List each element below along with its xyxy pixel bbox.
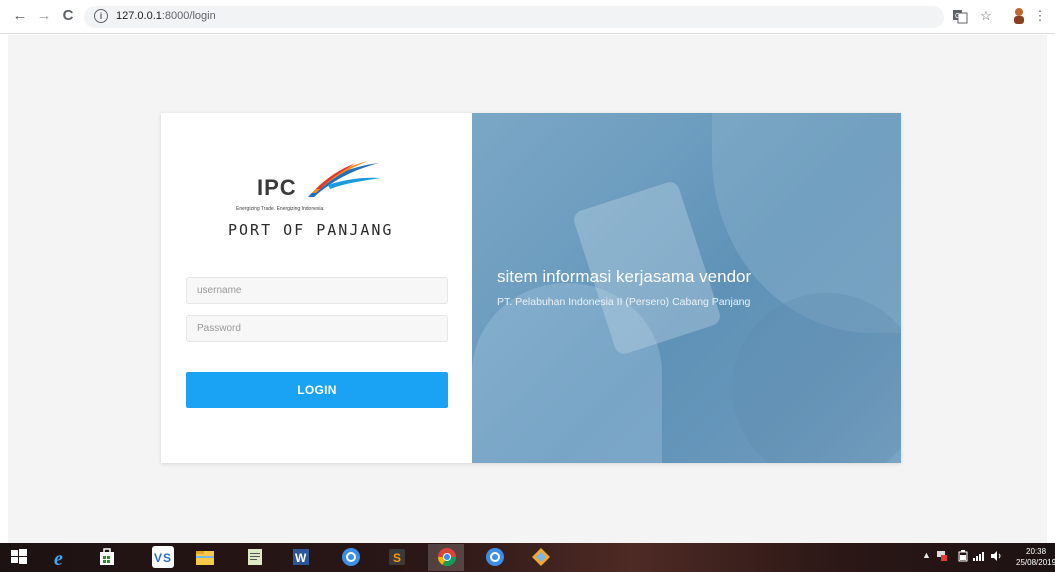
- url-host: 127.0.0.1: [116, 10, 162, 22]
- internet-explorer-icon[interactable]: e: [52, 546, 74, 570]
- vs-code-icon[interactable]: VS: [152, 546, 174, 568]
- password-input[interactable]: [186, 315, 448, 342]
- info-icon[interactable]: i: [94, 9, 108, 23]
- browser-toolbar: ← → C i 127.0.0.1:8000/login G ☆ ⋮: [0, 0, 1055, 34]
- profile-avatar[interactable]: [1010, 7, 1028, 25]
- clock-time: 20:38: [1026, 547, 1047, 556]
- login-card: IPC Energizing Trade. Energizing Indones…: [161, 113, 901, 463]
- git-icon[interactable]: [530, 546, 552, 568]
- sublime-text-icon[interactable]: S: [386, 546, 408, 568]
- hero-subtitle: PT. Pelabuhan Indonesia II (Persero) Cab…: [497, 296, 751, 308]
- translate-icon[interactable]: G: [952, 8, 968, 24]
- hero-panel: sitem informasi kerjasama vendor PT. Pel…: [472, 113, 901, 463]
- login-button[interactable]: LOGIN: [186, 372, 448, 408]
- svg-text:S: S: [163, 551, 171, 565]
- notepad-icon[interactable]: [244, 546, 266, 568]
- svg-text:G: G: [955, 13, 960, 20]
- battery-icon[interactable]: [958, 550, 968, 564]
- store-icon[interactable]: [96, 546, 118, 568]
- svg-text:e: e: [54, 548, 63, 568]
- hero-backdrop-shape: [732, 293, 901, 463]
- bookmark-star-icon[interactable]: ☆: [978, 8, 994, 24]
- svg-text:W: W: [295, 551, 307, 565]
- volume-icon[interactable]: [990, 550, 1002, 564]
- network-signal-icon[interactable]: [972, 550, 986, 564]
- ipc-swoosh-logo: [308, 161, 380, 197]
- file-explorer-icon[interactable]: [194, 546, 216, 568]
- browser-app-icon[interactable]: [340, 546, 362, 568]
- tray-flag-icon[interactable]: [936, 550, 948, 564]
- clock-date: 25/08/2019: [1016, 558, 1055, 567]
- word-icon[interactable]: W: [290, 546, 312, 568]
- reload-icon[interactable]: C: [58, 6, 78, 26]
- address-url[interactable]: 127.0.0.1:8000/login: [116, 10, 216, 22]
- browser-menu-icon[interactable]: ⋮: [1032, 8, 1048, 24]
- forward-icon[interactable]: →: [34, 6, 54, 26]
- svg-text:S: S: [393, 551, 401, 565]
- back-icon[interactable]: ←: [10, 6, 30, 26]
- hero-title: sitem informasi kerjasama vendor: [497, 267, 752, 286]
- address-bar[interactable]: i 127.0.0.1:8000/login: [84, 6, 944, 28]
- logo-brand-text: IPC: [257, 175, 297, 200]
- url-path: :8000/login: [161, 10, 216, 22]
- browser-app-icon[interactable]: [484, 546, 506, 568]
- login-panel: IPC Energizing Trade. Energizing Indones…: [161, 113, 472, 463]
- ipc-logo: IPC Energizing Trade. Energizing Indones…: [228, 155, 411, 245]
- username-input[interactable]: [186, 277, 448, 304]
- logo-tagline: Energizing Trade. Energizing Indonesia.: [236, 206, 325, 212]
- svg-text:V: V: [154, 551, 162, 565]
- login-page: IPC Energizing Trade. Energizing Indones…: [8, 35, 1047, 543]
- logo-port-name: PORT OF PANJANG: [228, 221, 394, 239]
- start-windows-icon[interactable]: [8, 546, 30, 568]
- tray-arrow-icon[interactable]: ▲: [922, 550, 931, 560]
- taskbar-clock[interactable]: 20:38 25/08/2019: [1016, 546, 1055, 568]
- chrome-icon[interactable]: [436, 546, 458, 568]
- windows-taskbar: e VS W S ▲ 20:38 25/08/2019: [0, 543, 1055, 572]
